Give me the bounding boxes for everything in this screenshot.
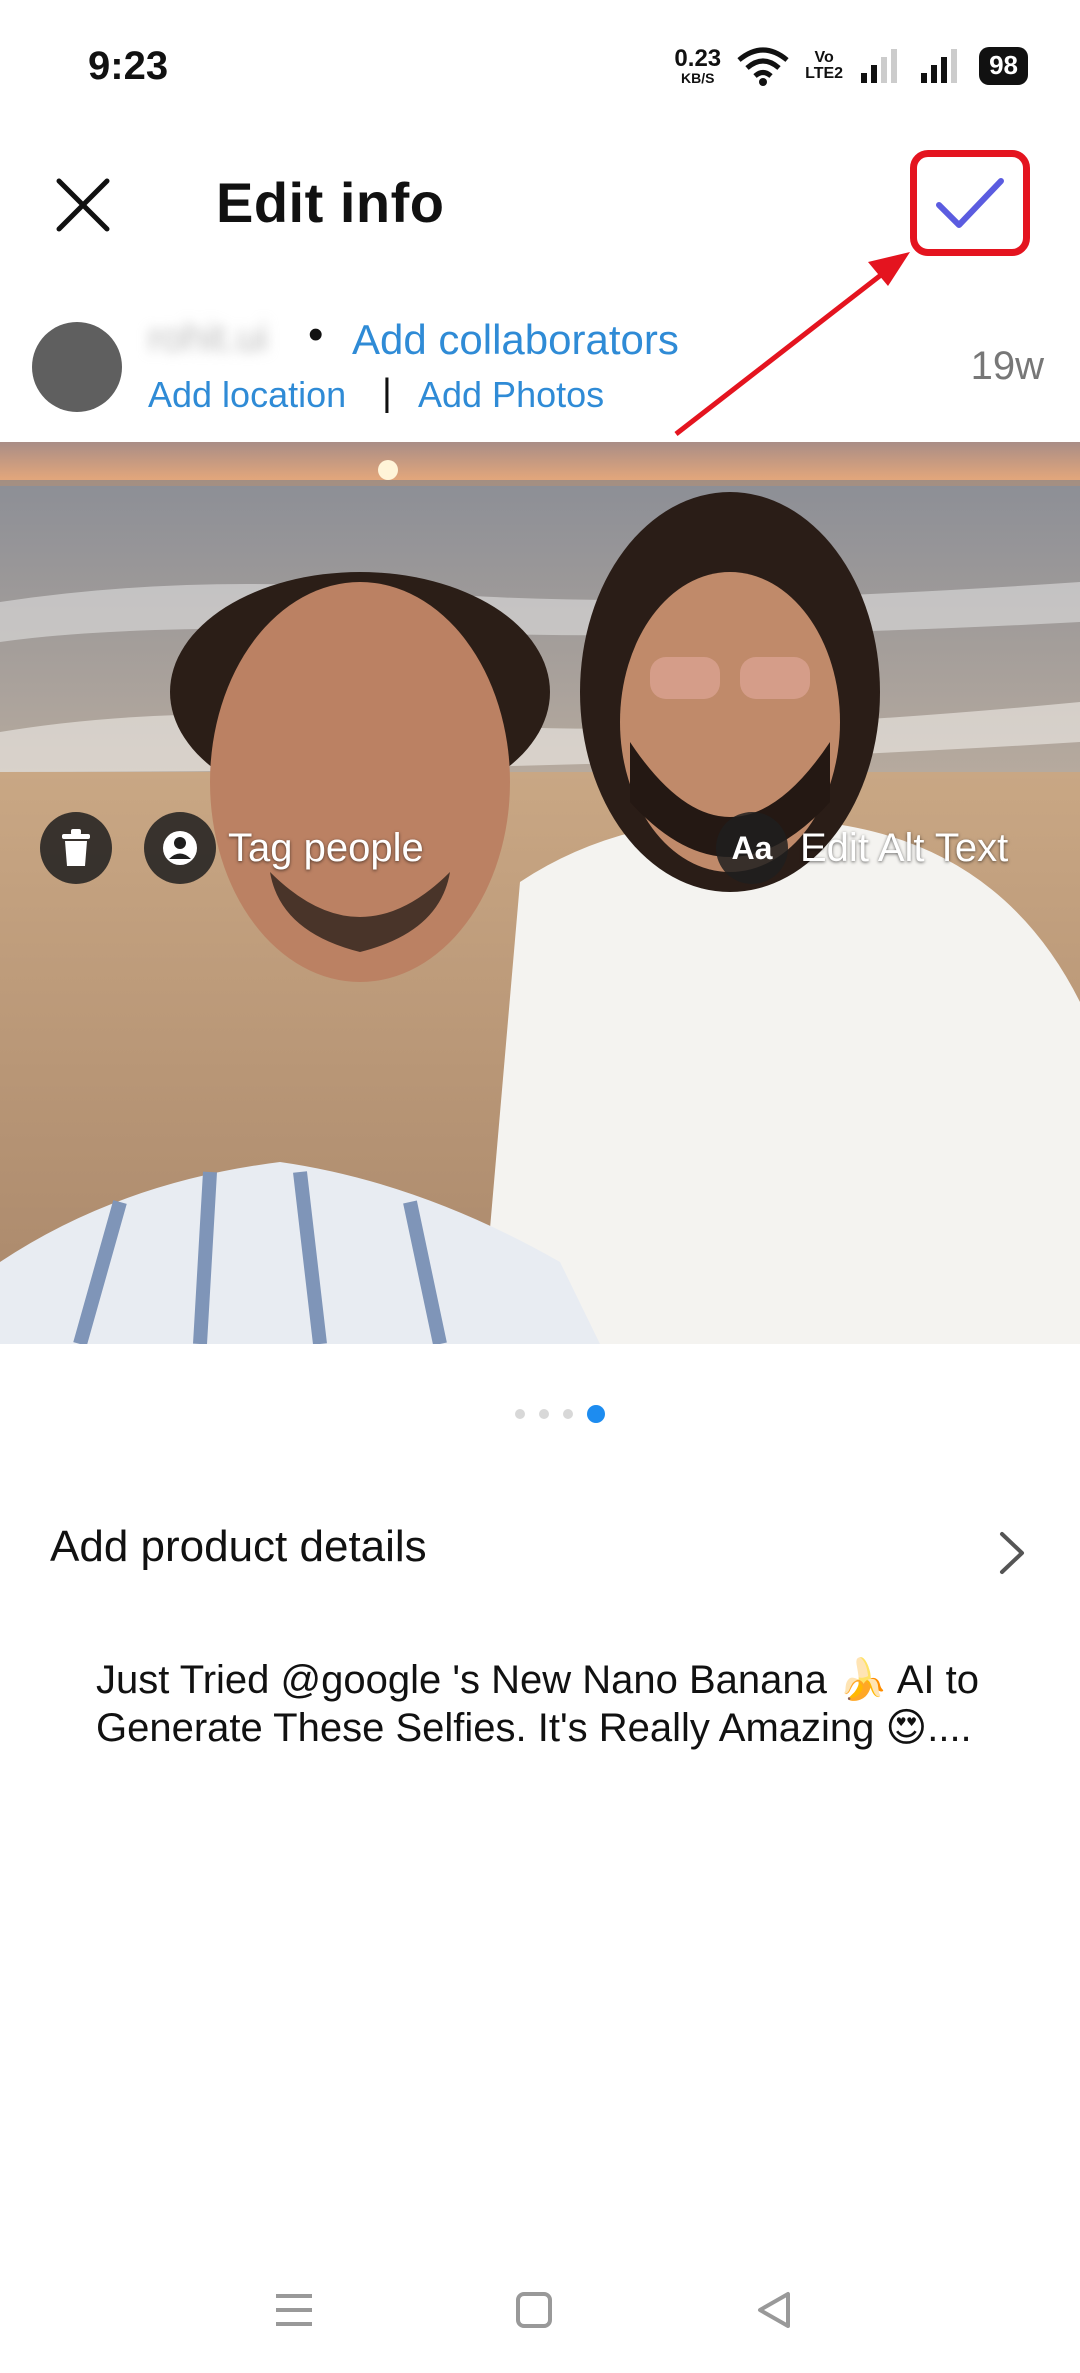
trash-icon <box>40 812 112 884</box>
back-button[interactable] <box>746 2282 802 2338</box>
add-location-link[interactable]: Add location <box>148 374 346 416</box>
carousel-dot-active <box>587 1405 605 1423</box>
page-title: Edit info <box>216 171 445 234</box>
add-photos-link[interactable]: Add Photos <box>418 374 604 416</box>
tag-people-label: Tag people <box>228 825 424 870</box>
home-button[interactable] <box>506 2282 562 2338</box>
chevron-right-icon <box>1000 1532 1024 1574</box>
volte-top: Vo <box>814 49 834 66</box>
confirm-button[interactable] <box>910 150 1030 256</box>
username[interactable]: rohit.ui <box>148 316 268 361</box>
carousel-dot <box>515 1409 525 1419</box>
status-time: 9:23 <box>88 44 169 88</box>
signal-icon-sim2 <box>921 49 958 83</box>
author-row: rohit.ui • Add collaborators Add locatio… <box>0 300 1080 430</box>
wifi-icon <box>737 47 789 86</box>
add-product-details-row[interactable]: Add product details <box>0 1500 1080 1600</box>
user-tag-icon <box>144 812 216 884</box>
add-product-details-label: Add product details <box>50 1522 427 1571</box>
beach-selfie-image <box>0 442 1080 1344</box>
carousel-dot <box>563 1409 573 1419</box>
post-age: 19w <box>970 344 1044 388</box>
avatar[interactable] <box>32 322 122 412</box>
alt-text-icon-label: Aa <box>731 829 773 866</box>
network-speed-value: 0.23 <box>674 45 722 72</box>
link-divider: | <box>382 372 392 414</box>
edit-alt-text-label: Edit Alt Text <box>800 825 1009 870</box>
caption-input[interactable]: Just Tried @google 's New Nano Banana 🍌 … <box>96 1656 996 1752</box>
home-icon <box>516 2292 552 2328</box>
volte-indicator: Vo LTE2 <box>805 50 843 82</box>
recent-apps-button[interactable] <box>266 2282 322 2338</box>
close-icon <box>56 178 110 232</box>
edit-alt-text-button[interactable]: Aa Edit Alt Text <box>716 812 1008 884</box>
back-icon <box>758 2292 790 2328</box>
volte-bottom: LTE2 <box>805 65 844 82</box>
carousel-indicator <box>0 1402 1080 1426</box>
separator-dot: • <box>308 310 324 359</box>
close-button[interactable] <box>48 170 118 240</box>
network-speed: 0.23 KB/S <box>674 45 722 86</box>
header: Edit info <box>0 140 1080 270</box>
system-nav-bar <box>0 2270 1080 2350</box>
post-photo[interactable]: Tag people Aa Edit Alt Text <box>0 442 1080 1344</box>
tag-people-button[interactable]: Tag people <box>144 812 424 884</box>
carousel-dot <box>539 1409 549 1419</box>
menu-icon <box>276 2294 312 2326</box>
signal-icon-sim1 <box>861 49 898 83</box>
add-collaborators-link[interactable]: Add collaborators <box>352 316 679 364</box>
network-speed-unit: KB/S <box>681 70 715 86</box>
battery-level: 98 <box>979 47 1028 85</box>
checkmark-icon <box>936 178 1004 228</box>
alt-text-icon: Aa <box>716 812 788 884</box>
delete-photo-button[interactable] <box>40 812 112 884</box>
status-bar: 9:23 0.23 KB/S Vo LTE2 98 <box>0 0 1080 130</box>
status-icons: 0.23 KB/S Vo LTE2 98 <box>674 46 1028 86</box>
